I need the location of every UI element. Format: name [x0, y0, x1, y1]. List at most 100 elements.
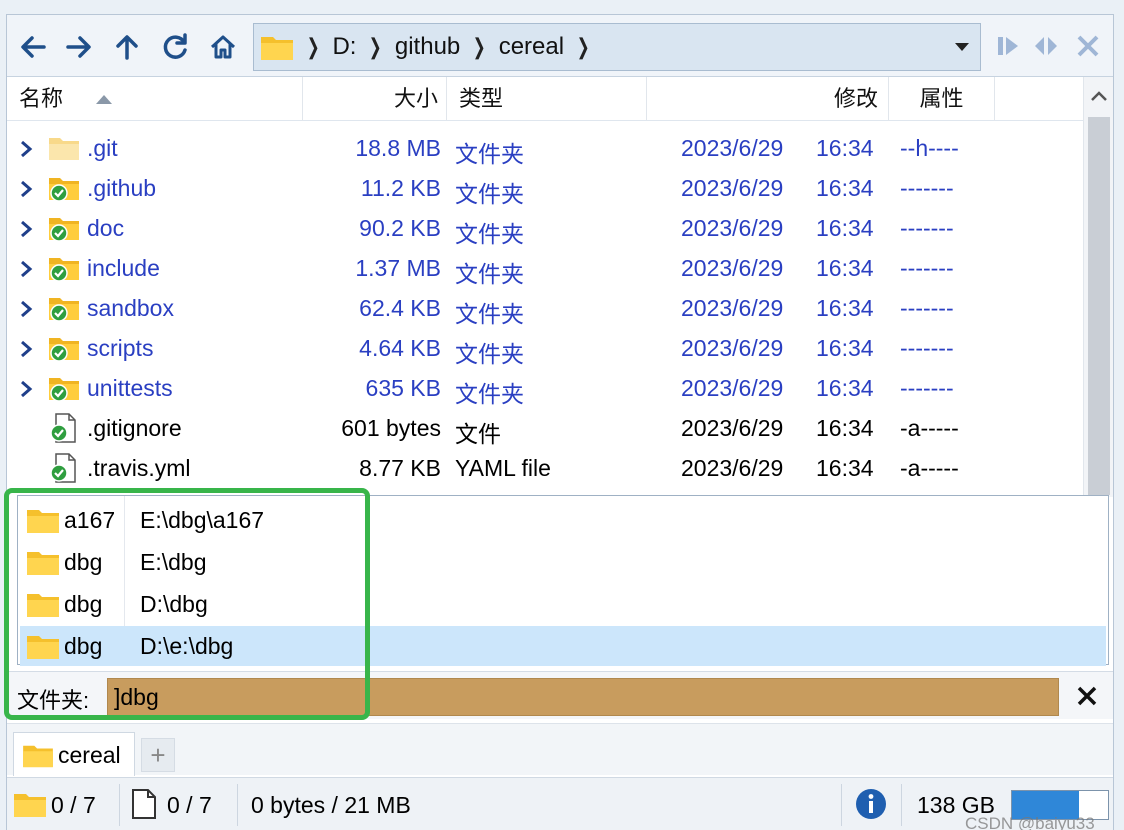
file-name: sandbox [87, 295, 174, 321]
file-size: 62.4 KB [359, 295, 441, 321]
file-size: 1.37 MB [355, 255, 441, 281]
pane-toggle-icon [998, 37, 1018, 55]
sort-ascending-icon [96, 95, 112, 104]
column-header-modified[interactable]: 修改 [647, 77, 889, 121]
chevron-down-icon[interactable] [952, 36, 972, 56]
file-date: 2023/6/29 [681, 415, 784, 441]
breadcrumb-item[interactable]: github [395, 33, 460, 61]
info-icon[interactable] [855, 788, 887, 820]
status-folder-count: 0 / 7 [51, 792, 96, 818]
refresh-button[interactable] [155, 27, 195, 67]
suggestion-name: a167 [64, 507, 116, 533]
file-row[interactable]: sandbox 62.4 KB 文件夹 2023/6/29 16:34 ------- [7, 289, 1083, 329]
tab-cereal[interactable]: cereal [13, 732, 135, 776]
file-date: 2023/6/29 [681, 215, 784, 241]
file-name: .github [87, 175, 157, 201]
file-size: 601 bytes [341, 415, 441, 441]
file-row[interactable]: scripts 4.64 KB 文件夹 2023/6/29 16:34 ------- [7, 329, 1083, 369]
file-git-icon [50, 453, 76, 483]
file-time: 16:34 [816, 455, 874, 481]
scrollbar-thumb[interactable] [1088, 117, 1110, 495]
chevron-right-icon: ❯ [369, 34, 383, 59]
column-header-type[interactable]: 类型 [447, 77, 647, 121]
up-button[interactable] [107, 27, 147, 67]
file-date: 2023/6/29 [681, 135, 784, 161]
filter-input[interactable]: ]dbg [107, 678, 1059, 716]
folder-git-icon [49, 218, 79, 242]
status-separator [901, 784, 902, 826]
address-bar[interactable]: ❯ D: ❯ github ❯ cereal ❯ [253, 23, 981, 71]
filter-bar: 文件夹: ]dbg [7, 671, 1113, 719]
close-icon[interactable] [1073, 682, 1101, 710]
folder-icon [261, 37, 293, 60]
split-view-button[interactable] [1031, 31, 1061, 61]
breadcrumb-item[interactable]: cereal [499, 33, 564, 61]
file-attributes: ------- [900, 335, 954, 361]
toolbar: ❯ D: ❯ github ❯ cereal ❯ [7, 15, 1113, 77]
file-name: .git [87, 135, 118, 161]
add-tab-button[interactable]: + [141, 738, 175, 772]
column-headers: 名称 大小 类型 修改 属性 [7, 77, 1083, 121]
folder-git-icon [49, 258, 79, 282]
chevron-right-icon[interactable] [17, 139, 35, 159]
file-manager-window: ❯ D: ❯ github ❯ cereal ❯ 名称 大小 类型 修改 属性 [6, 14, 1114, 830]
chevron-right-icon[interactable] [17, 299, 35, 319]
chevron-right-icon[interactable] [17, 219, 35, 239]
suggestion-name: dbg [64, 633, 103, 659]
folder-icon [23, 745, 53, 768]
folder-icon [27, 636, 59, 659]
file-row[interactable]: doc 90.2 KB 文件夹 2023/6/29 16:34 ------- [7, 209, 1083, 249]
status-file-count: 0 / 7 [167, 792, 212, 818]
vertical-scrollbar[interactable] [1083, 77, 1113, 497]
file-date: 2023/6/29 [681, 335, 784, 361]
suggestion-item[interactable]: dbg D:\dbg [20, 584, 1106, 624]
forward-button[interactable] [59, 27, 99, 67]
chevron-right-icon[interactable] [17, 379, 35, 399]
column-header-name[interactable]: 名称 [7, 77, 303, 121]
chevron-right-icon[interactable]: ❯ [577, 34, 590, 60]
home-icon [210, 35, 236, 59]
suggestion-path: D:\e:\dbg [140, 633, 234, 659]
file-row[interactable]: unittests 635 KB 文件夹 2023/6/29 16:34 ------- [7, 369, 1083, 409]
suggestion-path: E:\dbg\a167 [140, 507, 265, 533]
file-type: YAML file [455, 455, 551, 481]
file-date: 2023/6/29 [681, 255, 784, 281]
column-header-size[interactable]: 大小 [303, 77, 447, 121]
suggestion-item[interactable]: dbg D:\e:\dbg [20, 626, 1106, 666]
chevron-up-icon[interactable] [1090, 89, 1108, 103]
file-type: 文件夹 [455, 181, 524, 207]
file-row[interactable]: .gitignore 601 bytes 文件 2023/6/29 16:34 -a---… [7, 409, 1083, 449]
home-button[interactable] [203, 27, 243, 67]
file-row[interactable]: .travis.yml 8.77 KB YAML file 2023/6/29 16:3… [7, 449, 1083, 489]
pane-toggle-button[interactable] [993, 31, 1023, 61]
file-row[interactable]: include 1.37 MB 文件夹 2023/6/29 16:34 ------- [7, 249, 1083, 289]
breadcrumb-item[interactable]: D: [332, 33, 356, 61]
suggestion-item[interactable]: dbg E:\dbg [20, 542, 1106, 582]
suggestion-path: E:\dbg [140, 549, 207, 575]
file-attributes: -a----- [900, 415, 959, 441]
tab-bar: cereal + [7, 723, 1113, 776]
column-header-attributes[interactable]: 属性 [889, 77, 995, 121]
chevron-right-icon[interactable] [17, 259, 35, 279]
file-type: 文件 [455, 421, 501, 447]
file-type: 文件夹 [455, 221, 524, 247]
file-date: 2023/6/29 [681, 455, 784, 481]
folder-git-icon [49, 178, 79, 202]
file-name: scripts [87, 335, 154, 361]
file-time: 16:34 [816, 335, 874, 361]
file-icon [132, 789, 156, 819]
status-separator [119, 784, 120, 826]
status-separator [841, 784, 842, 826]
file-row[interactable]: .git 18.8 MB 文件夹 2023/6/29 16:34 --h---- [7, 129, 1083, 169]
suggestion-item[interactable]: a167 E:\dbg\a167 [20, 500, 1106, 540]
folder-icon [27, 552, 59, 575]
close-pane-button[interactable] [1073, 31, 1103, 61]
file-attributes: ------- [900, 295, 954, 321]
chevron-right-icon[interactable] [17, 179, 35, 199]
file-row[interactable]: .github 11.2 KB 文件夹 2023/6/29 16:34 ------- [7, 169, 1083, 209]
file-size: 90.2 KB [359, 215, 441, 241]
folder-suggestion-list: a167 E:\dbg\a167 dbg E:\dbg dbg D:\dbg dbg D:\e… [17, 495, 1109, 666]
folder-icon [27, 594, 59, 617]
back-button[interactable] [13, 27, 53, 67]
chevron-right-icon[interactable] [17, 339, 35, 359]
